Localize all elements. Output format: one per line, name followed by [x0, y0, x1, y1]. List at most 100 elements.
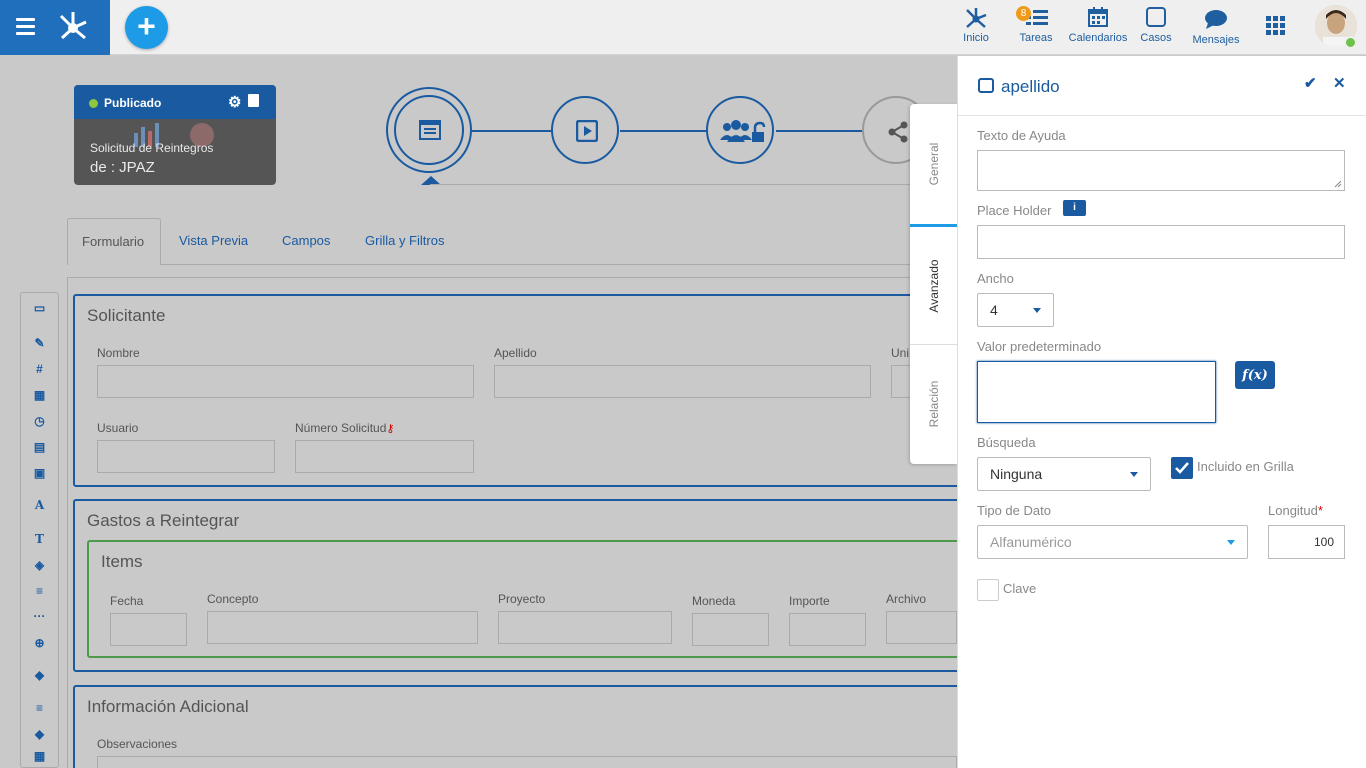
nav-label: Mensajes	[1192, 34, 1240, 46]
field-label: Uni	[891, 346, 910, 360]
default-value-input[interactable]	[977, 361, 1216, 423]
clock-icon[interactable]: ◷	[21, 414, 58, 428]
numero-solicitud-field[interactable]	[295, 440, 474, 473]
logo-icon[interactable]	[56, 8, 90, 42]
edit-icon[interactable]: ✎	[21, 336, 58, 350]
nav-mensajes[interactable]: Mensajes	[1192, 8, 1240, 46]
field-label: Apellido	[494, 346, 537, 360]
add-circle-icon[interactable]: ⊕	[21, 636, 58, 650]
chevron-down-icon	[1227, 540, 1235, 545]
date-icon[interactable]: ▦	[21, 388, 58, 402]
grid-icon[interactable]: ▦	[21, 749, 58, 763]
formula-button[interactable]: f(x)	[1235, 361, 1275, 389]
close-icon[interactable]: ✕	[1333, 74, 1346, 92]
usuario-field[interactable]	[97, 440, 275, 473]
grid-included-checkbox[interactable]	[1171, 457, 1193, 479]
more-icon[interactable]: ···	[21, 609, 58, 623]
home-network-icon	[966, 8, 987, 28]
calendar-icon	[1088, 7, 1108, 27]
search-select[interactable]: Ninguna	[977, 457, 1151, 491]
importe-field[interactable]	[789, 613, 866, 646]
width-select[interactable]: 4	[977, 293, 1054, 327]
process-status: Publicado	[104, 96, 162, 110]
file-icon[interactable]: ▤	[21, 440, 58, 454]
help-text-input[interactable]	[977, 150, 1345, 191]
process-status-bar: Publicado ⚙	[74, 85, 276, 119]
add-button[interactable]: +	[125, 6, 168, 49]
nav-inicio[interactable]: Inicio	[960, 6, 992, 44]
trash-icon[interactable]	[248, 94, 259, 107]
moneda-field[interactable]	[692, 613, 769, 646]
number-icon[interactable]: #	[21, 362, 58, 376]
placeholder-input[interactable]	[977, 225, 1345, 259]
observaciones-field[interactable]	[97, 756, 957, 768]
nav-label: Tareas	[1019, 32, 1053, 44]
check-icon	[1175, 462, 1189, 474]
step-connector	[776, 130, 862, 132]
datatype-select[interactable]: Alfanumérico	[977, 525, 1248, 559]
tags-icon[interactable]: ◈	[21, 558, 58, 572]
list-icon[interactable]: ≡	[21, 701, 58, 715]
laptop-icon[interactable]: ▭	[21, 301, 58, 315]
control-toolbox: ▭ ✎ # ▦ ◷ ▤ ▣ A T ◈ ≡ ··· ⊕ ◆ ≡ ◆ ▦	[20, 292, 59, 768]
concepto-field[interactable]	[207, 611, 478, 644]
key-checkbox[interactable]	[977, 579, 999, 601]
step-permissions[interactable]	[706, 96, 774, 164]
nav-tareas[interactable]: 8 Tareas	[1016, 6, 1054, 44]
process-card[interactable]: Publicado ⚙ Solicitud de Reintegros de :…	[74, 85, 276, 185]
proyecto-field[interactable]	[498, 611, 672, 644]
tab-formulario[interactable]: Formulario	[67, 218, 161, 265]
column-label: Moneda	[692, 594, 736, 608]
image-icon[interactable]: ▣	[21, 466, 58, 480]
step-play[interactable]	[551, 96, 619, 164]
text-icon[interactable]: T	[21, 532, 58, 546]
cube-icon[interactable]: ◆	[21, 668, 58, 682]
tabs-divider	[161, 264, 957, 265]
tab-avanzado[interactable]: Avanzado	[910, 224, 957, 344]
tasks-badge: 8	[1016, 6, 1031, 21]
apps-grid-icon[interactable]	[1266, 16, 1286, 36]
align-icon[interactable]: ≡	[21, 584, 58, 598]
confirm-icon[interactable]: ✔	[1304, 74, 1317, 92]
field-label: Nombre	[97, 346, 140, 360]
settings-icon[interactable]: ⚙	[228, 93, 241, 111]
column-label: Concepto	[207, 592, 259, 606]
tab-relacion[interactable]: Relación	[910, 344, 957, 464]
nav-calendarios[interactable]: Calendarios	[1068, 6, 1128, 44]
property-tabs: General Avanzado Relación	[910, 104, 957, 464]
step-form[interactable]	[386, 87, 472, 173]
nav-casos[interactable]: Casos	[1140, 6, 1172, 44]
info-icon[interactable]: i	[1063, 200, 1086, 216]
length-input[interactable]: 100	[1268, 525, 1345, 559]
menu-icon[interactable]	[16, 18, 35, 35]
text-style-icon[interactable]: A	[21, 498, 58, 512]
resize-handle-icon[interactable]	[1334, 180, 1342, 188]
step-connector	[472, 130, 552, 132]
brand-area	[0, 0, 110, 55]
form-icon	[419, 120, 441, 140]
width-label: Ancho	[977, 271, 1014, 286]
tab-grilla-filtros[interactable]: Grilla y Filtros	[351, 218, 458, 265]
apellido-field[interactable]	[494, 365, 871, 398]
column-label: Proyecto	[498, 592, 546, 606]
share-icon	[888, 121, 908, 143]
tab-general[interactable]: General	[910, 104, 957, 224]
length-label: Longitud*	[1268, 503, 1323, 518]
search-label: Búsqueda	[977, 435, 1036, 450]
column-label: Importe	[789, 594, 830, 608]
grid-included-label: Incluido en Grilla	[1197, 459, 1294, 474]
cube-icon[interactable]: ◆	[21, 727, 58, 741]
tab-campos[interactable]: Campos	[268, 218, 344, 265]
section-title: Gastos a Reintegrar	[87, 511, 240, 530]
nav-label: Casos	[1140, 32, 1172, 44]
panel-title: apellido	[1001, 77, 1060, 96]
fecha-field[interactable]	[110, 613, 187, 646]
section-title: Solicitante	[87, 306, 166, 325]
step-connector	[620, 130, 708, 132]
field-label: Usuario	[97, 421, 139, 435]
tab-vista-previa[interactable]: Vista Previa	[165, 218, 262, 265]
archivo-field[interactable]	[886, 611, 957, 644]
column-label: Fecha	[110, 594, 144, 608]
section-title: Información Adicional	[87, 697, 249, 716]
nombre-field[interactable]	[97, 365, 474, 398]
